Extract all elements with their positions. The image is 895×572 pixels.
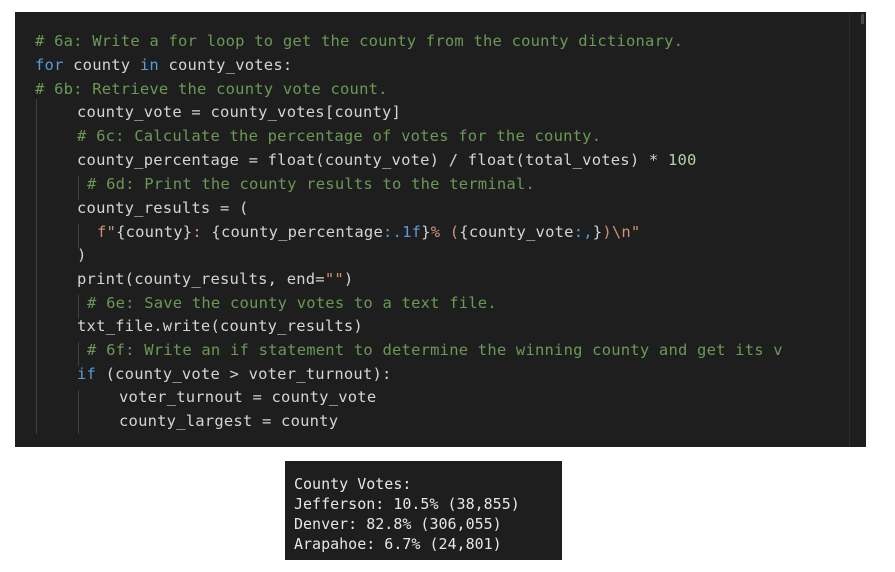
code-text: county_votes: bbox=[158, 56, 293, 74]
code-text: {county} bbox=[116, 223, 193, 241]
code-text: county_vote = county_votes[county] bbox=[77, 103, 402, 121]
code-line: # 6d: Print the county results to the te… bbox=[87, 173, 535, 195]
terminal-line: County Votes: bbox=[294, 475, 412, 493]
code-text: {county_vote bbox=[459, 223, 574, 241]
code-text: } bbox=[592, 223, 603, 241]
code-comment: # 6c: Calculate the percentage of votes … bbox=[77, 127, 602, 145]
code-text: ) bbox=[77, 246, 87, 264]
code-line: if (county_vote > voter_turnout): bbox=[77, 363, 392, 385]
code-line: f"{county}: {county_percentage:.1f}% ({c… bbox=[97, 221, 640, 243]
code-comment: # 6a: Write a for loop to get the county… bbox=[35, 32, 684, 50]
code-comment: # 6d: Print the county results to the te… bbox=[87, 175, 535, 193]
code-text: (county_vote > voter_turnout): bbox=[96, 365, 392, 383]
code-line: # 6b: Retrieve the county vote count. bbox=[35, 78, 388, 100]
terminal-line: Arapahoe: 6.7% (24,801) bbox=[294, 535, 502, 553]
code-comment: # 6b: Retrieve the county vote count. bbox=[35, 80, 388, 98]
code-string: f" bbox=[97, 223, 117, 241]
code-text: voter_turnout = county_vote bbox=[119, 388, 377, 406]
code-text: county bbox=[63, 56, 140, 74]
code-comment: # 6e: Save the county votes to a text fi… bbox=[87, 294, 497, 312]
code-line: voter_turnout = county_vote bbox=[119, 386, 376, 408]
code-keyword: for bbox=[35, 56, 64, 74]
code-editor[interactable]: # 6a: Write a for loop to get the county… bbox=[15, 12, 865, 447]
terminal-line: Jefferson: 10.5% (38,855) bbox=[294, 495, 520, 513]
code-keyword: in bbox=[139, 56, 159, 74]
code-line: county_vote = county_votes[county] bbox=[77, 101, 401, 123]
code-string: : bbox=[192, 223, 212, 241]
code-text: county_percentage = float(county_vote) /… bbox=[77, 151, 668, 169]
code-text: } bbox=[421, 223, 431, 241]
terminal-line: Denver: 82.8% (306,055) bbox=[294, 515, 502, 533]
code-line: txt_file.write(county_results) bbox=[77, 315, 363, 337]
code-number: 100 bbox=[667, 151, 697, 169]
code-text: county_largest = county bbox=[119, 412, 339, 430]
code-line: county_results = ( bbox=[77, 197, 249, 219]
code-text: ) bbox=[343, 270, 354, 288]
code-line: # 6f: Write an if statement to determine… bbox=[87, 339, 783, 361]
code-line: # 6c: Calculate the percentage of votes … bbox=[77, 125, 601, 147]
terminal-output: County Votes: Jefferson: 10.5% (38,855) … bbox=[285, 461, 562, 560]
code-line: county_largest = county bbox=[119, 410, 338, 432]
code-text: county_results = ( bbox=[77, 199, 249, 217]
indent-guide bbox=[78, 390, 79, 434]
code-comment: # 6f: Write an if statement to determine… bbox=[87, 341, 783, 359]
code-text: {county_percentage bbox=[211, 223, 383, 241]
code-line: # 6e: Save the county votes to a text fi… bbox=[87, 292, 497, 314]
code-text: txt_file.write(county_results) bbox=[77, 317, 363, 335]
code-string: "" bbox=[324, 270, 344, 288]
code-text: print(county_results, end= bbox=[77, 270, 325, 288]
editor-scrollbar[interactable] bbox=[849, 12, 866, 447]
code-line: county_percentage = float(county_vote) /… bbox=[77, 149, 697, 171]
indent-guide bbox=[36, 99, 37, 434]
code-line: for county in county_votes: bbox=[35, 54, 292, 76]
code-keyword: if bbox=[77, 365, 97, 383]
code-format-spec: :, bbox=[573, 223, 593, 241]
code-line: ) bbox=[77, 244, 87, 266]
code-line: # 6a: Write a for loop to get the county… bbox=[35, 30, 683, 52]
code-string: % ( bbox=[430, 223, 460, 241]
code-string: )\n" bbox=[602, 223, 641, 241]
code-line: print(county_results, end="") bbox=[77, 268, 353, 290]
code-format-spec: :.1f bbox=[383, 223, 422, 241]
scrollbar-marker bbox=[861, 14, 864, 24]
